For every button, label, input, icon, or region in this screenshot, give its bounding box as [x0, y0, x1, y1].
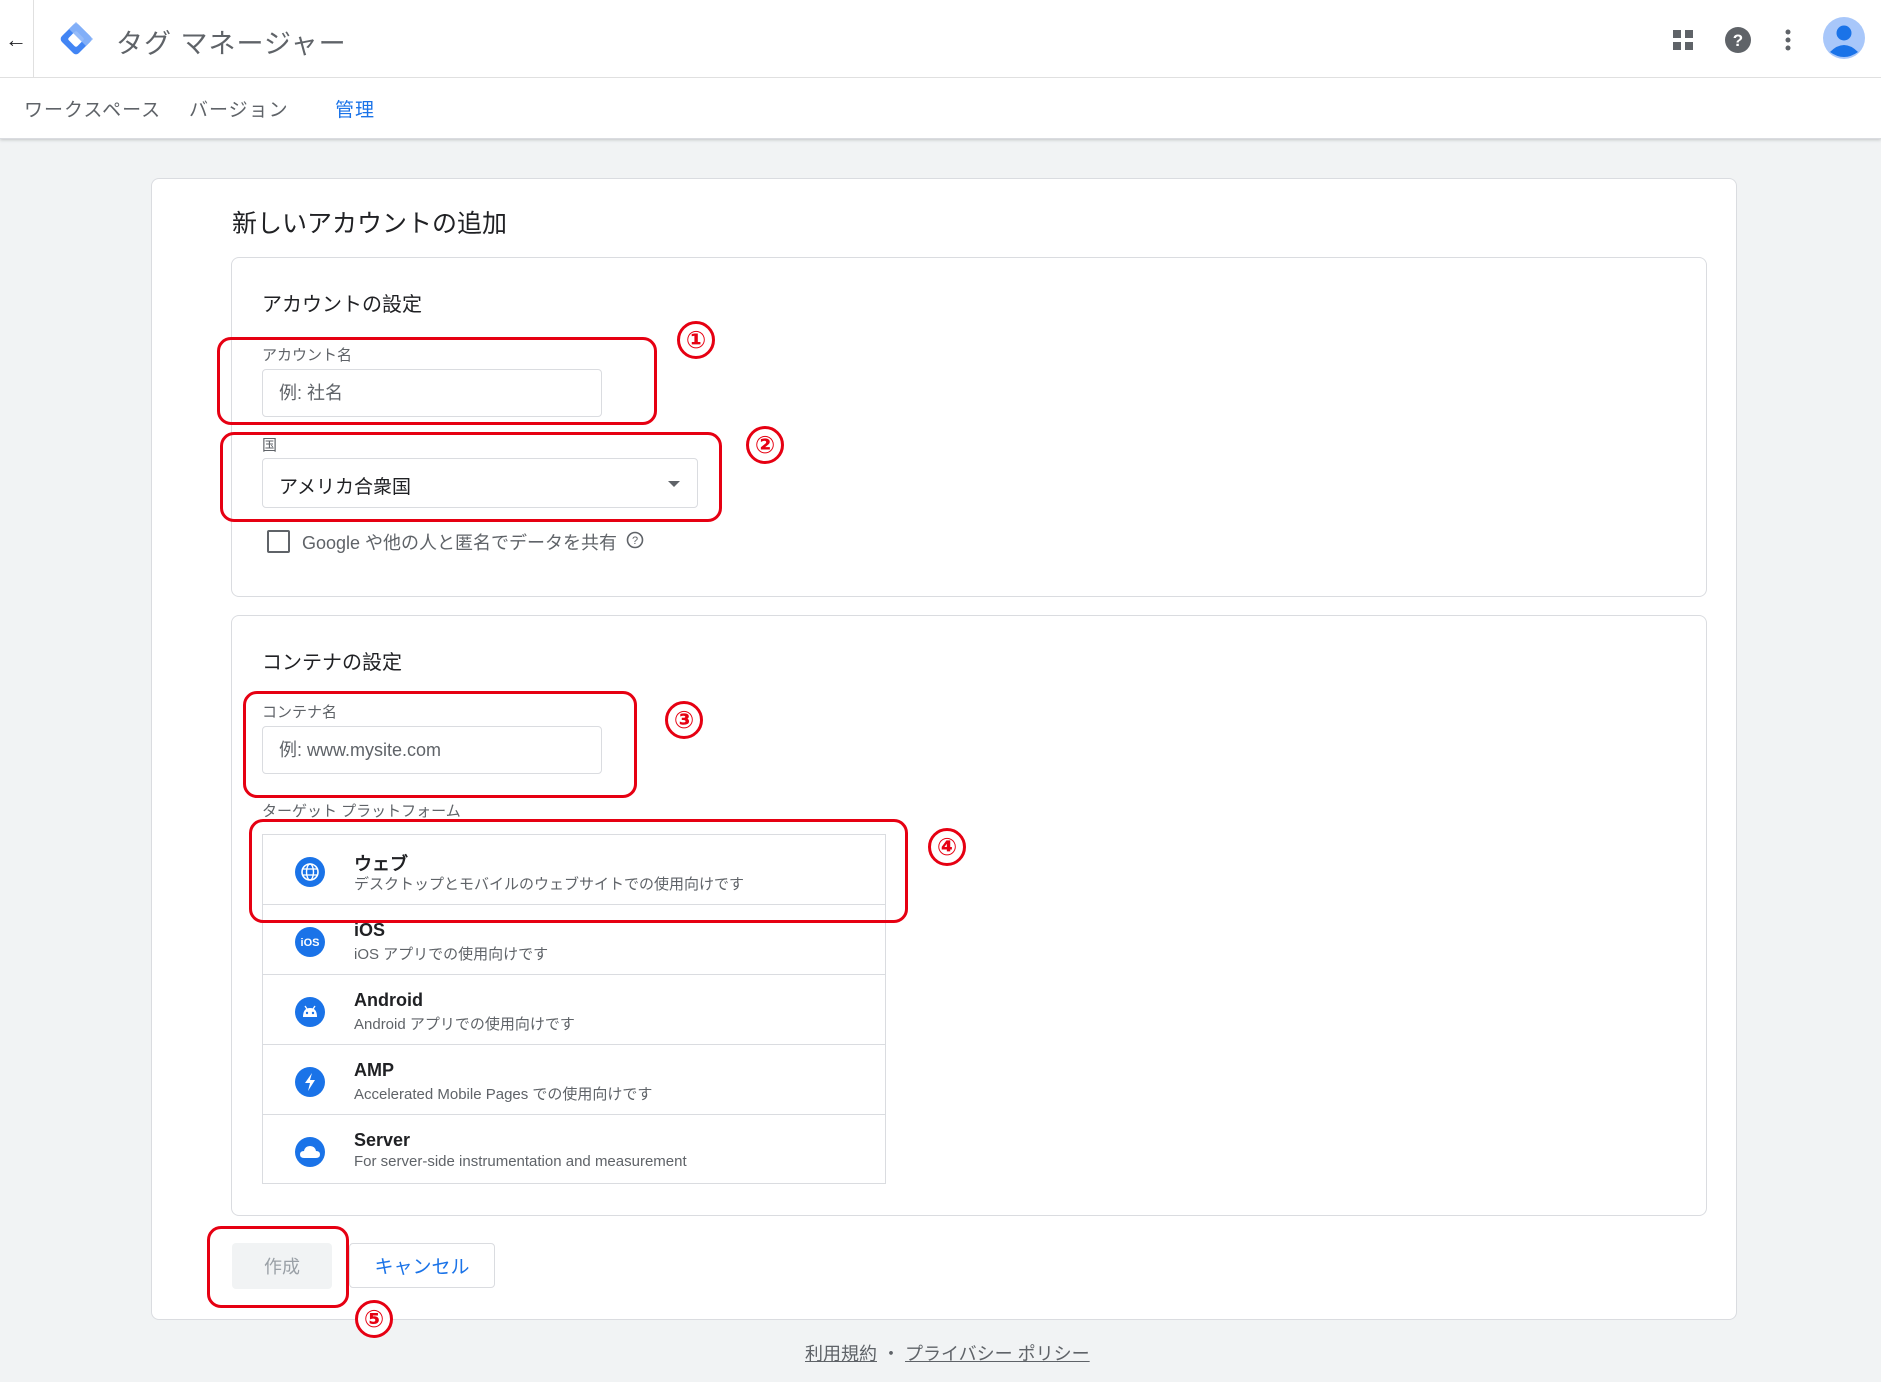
platform-option-web[interactable]: ウェブ デスクトップとモバイルのウェブサイトでの使用向けです: [263, 835, 885, 905]
ios-icon: iOS: [295, 927, 325, 957]
annotation-number-1: ①: [677, 321, 715, 359]
help-icon[interactable]: ?: [1718, 20, 1758, 60]
platform-description: Android アプリでの使用向けです: [354, 1016, 575, 1033]
account-name-label: アカウント名: [262, 347, 353, 364]
amp-bolt-icon: [295, 1067, 325, 1097]
divider: [0, 77, 1881, 78]
create-button[interactable]: 作成: [232, 1243, 332, 1289]
app-title: タグ マネージャー: [116, 29, 347, 59]
annotation-number-4: ④: [928, 828, 966, 866]
platform-description: iOS アプリでの使用向けです: [354, 946, 549, 963]
platform-name: AMP: [354, 1060, 394, 1080]
platform-option-server[interactable]: Server For server-side instrumentation a…: [263, 1115, 885, 1185]
android-icon: [295, 997, 325, 1027]
tab-versions[interactable]: バージョン: [189, 95, 289, 122]
platform-description: デスクトップとモバイルのウェブサイトでの使用向けです: [354, 876, 745, 893]
platform-list: ウェブ デスクトップとモバイルのウェブサイトでの使用向けです iOS iOS i…: [262, 834, 886, 1184]
apps-grid-icon[interactable]: [1663, 20, 1703, 60]
container-name-label: コンテナ名: [262, 704, 338, 721]
divider: [33, 0, 34, 77]
country-label: 国: [262, 437, 278, 454]
privacy-link[interactable]: プライバシー ポリシー: [905, 1344, 1090, 1364]
help-outline-icon[interactable]: ?: [626, 531, 644, 549]
tab-admin[interactable]: 管理: [335, 95, 375, 122]
terms-link[interactable]: 利用規約: [805, 1344, 877, 1364]
platform-description: Accelerated Mobile Pages での使用向けです: [354, 1086, 653, 1103]
share-data-checkbox[interactable]: [267, 530, 290, 553]
country-select[interactable]: アメリカ合衆国: [262, 458, 698, 508]
svg-text:iOS: iOS: [301, 937, 320, 949]
page-title: 新しいアカウントの追加: [232, 210, 508, 238]
svg-text:?: ?: [632, 535, 638, 547]
more-vert-icon[interactable]: [1768, 20, 1808, 60]
cloud-icon: [295, 1137, 325, 1167]
annotation-number-3: ③: [665, 701, 703, 739]
platform-description: For server-side instrumentation and meas…: [354, 1153, 687, 1170]
platform-name: iOS: [354, 920, 386, 940]
dropdown-arrow-icon: [668, 481, 680, 487]
footer-links: 利用規約 ・ プライバシー ポリシー: [805, 1340, 1090, 1366]
account-avatar-icon[interactable]: [1822, 16, 1866, 60]
platform-name: Server: [354, 1130, 411, 1150]
cancel-button[interactable]: キャンセル: [349, 1243, 495, 1288]
account-name-input[interactable]: [262, 369, 602, 417]
annotation-number-2: ②: [746, 426, 784, 464]
annotation-number-5: ⑤: [355, 1300, 393, 1338]
platform-option-android[interactable]: Android Android アプリでの使用向けです: [263, 975, 885, 1045]
arrow-back-icon[interactable]: ←: [0, 20, 32, 60]
globe-icon: [295, 857, 325, 887]
tab-workspace[interactable]: ワークスペース: [24, 95, 161, 122]
target-platform-label: ターゲット プラットフォーム: [262, 803, 461, 820]
footer-separator: ・: [882, 1344, 901, 1364]
platform-option-ios[interactable]: iOS iOS iOS アプリでの使用向けです: [263, 905, 885, 975]
container-name-input[interactable]: [262, 726, 602, 774]
account-settings-title: アカウントの設定: [262, 294, 422, 316]
container-settings-title: コンテナの設定: [262, 652, 402, 674]
tag-manager-logo: [60, 22, 93, 55]
share-data-label: Google や他の人と匿名でデータを共有: [302, 533, 618, 553]
country-select-value: アメリカ合衆国: [279, 477, 412, 498]
platform-option-amp[interactable]: AMP Accelerated Mobile Pages での使用向けです: [263, 1045, 885, 1115]
svg-text:?: ?: [1733, 31, 1743, 50]
platform-name: Android: [354, 990, 423, 1010]
